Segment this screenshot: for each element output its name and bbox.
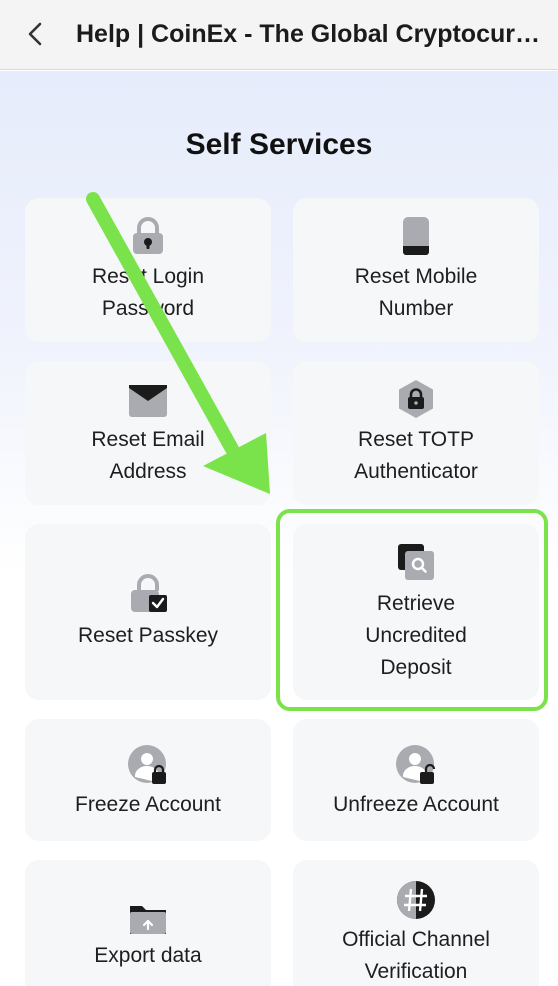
user-lock-icon (128, 745, 166, 784)
lock-check-icon (131, 574, 167, 612)
chevron-left-icon[interactable] (20, 18, 52, 50)
card-label: Reset TOTP Authenticator (354, 428, 478, 483)
card-label: Unfreeze Account (333, 793, 499, 816)
card-label: Freeze Account (75, 793, 221, 816)
hash-verify-icon (397, 881, 435, 919)
search-document-icon (398, 544, 434, 580)
reset-passkey-card[interactable]: Reset Passkey (25, 524, 271, 700)
page-title: Help | CoinEx - The Global Cryptocurrenc… (76, 20, 546, 48)
envelope-icon (129, 385, 167, 417)
unfreeze-account-card[interactable]: Unfreeze Account (293, 719, 539, 841)
main-content: Self Services Reset Login Password Reset… (0, 71, 558, 986)
retrieve-uncredited-deposit-card[interactable]: Retrieve Uncredited Deposit (293, 524, 539, 700)
card-label: Retrieve Uncredited Deposit (365, 592, 467, 679)
card-label: Export data (94, 944, 202, 967)
card-label: Reset Login Password (91, 265, 205, 320)
reset-login-password-card[interactable]: Reset Login Password (25, 198, 271, 342)
mobile-phone-icon (403, 217, 429, 255)
reset-mobile-number-card[interactable]: Reset Mobile Number (293, 198, 539, 342)
lock-icon (133, 217, 163, 254)
reset-totp-authenticator-card[interactable]: Reset TOTP Authenticator (293, 361, 539, 505)
card-label: Official Channel Verification (342, 928, 490, 983)
reset-email-address-card[interactable]: Reset Email Address (25, 361, 271, 505)
card-label: Reset Email Address (91, 428, 205, 483)
section-heading: Self Services (185, 128, 373, 161)
user-unlock-icon (396, 745, 436, 784)
freeze-account-card[interactable]: Freeze Account (25, 719, 271, 841)
export-data-card[interactable]: Export data (25, 860, 271, 986)
hexagon-lock-icon (399, 380, 433, 418)
official-channel-verification-card[interactable]: Official Channel Verification (293, 860, 539, 986)
card-label: Reset Mobile Number (354, 265, 478, 320)
card-label: Reset Passkey (77, 624, 219, 647)
folder-upload-icon (130, 906, 166, 934)
top-bar: Help | CoinEx - The Global Cryptocurrenc… (0, 0, 558, 70)
